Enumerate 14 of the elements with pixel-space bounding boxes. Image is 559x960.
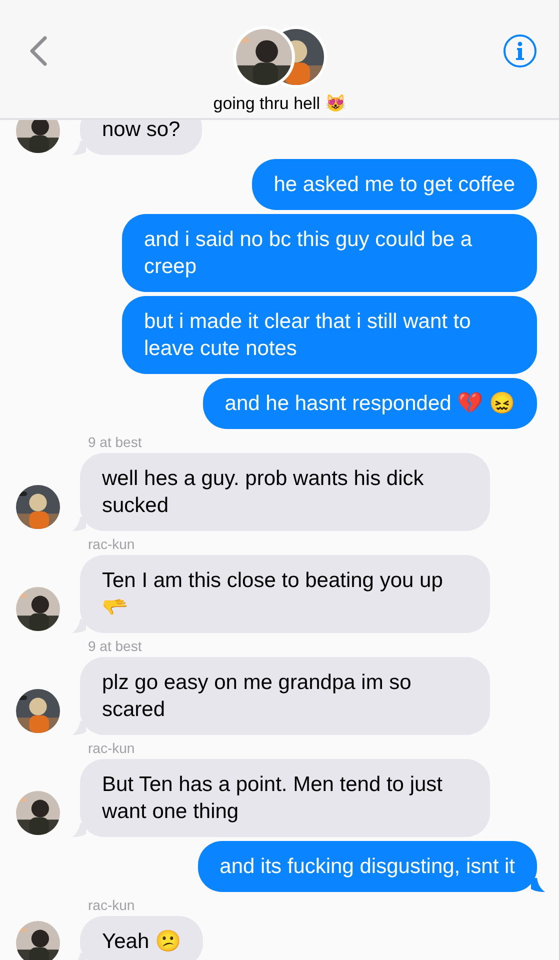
sender-name: 9 at best: [88, 637, 143, 655]
sent-message-bubble: and i said no bc this guy could be a creep: [122, 214, 537, 292]
sender-name: rac-kun: [88, 739, 136, 757]
info-icon[interactable]: [503, 34, 537, 68]
sender-name: rac-kun: [88, 896, 136, 914]
conversation-title: going thru hell 😻: [213, 94, 346, 114]
sent-message-bubble: and he hasnt responded 💔 😖: [202, 378, 537, 429]
sender-name: 9 at best: [88, 433, 143, 451]
bubble-tail-icon: [531, 878, 545, 892]
back-icon[interactable]: [28, 36, 48, 66]
sent-message-bubble: but i made it clear that i still want to leave cute notes: [122, 296, 537, 374]
received-message-bubble: Yeah 😕: [80, 916, 203, 960]
sent-message-bubble: he asked me to get coffee: [252, 159, 537, 210]
sender-name: rac-kun: [88, 535, 136, 553]
